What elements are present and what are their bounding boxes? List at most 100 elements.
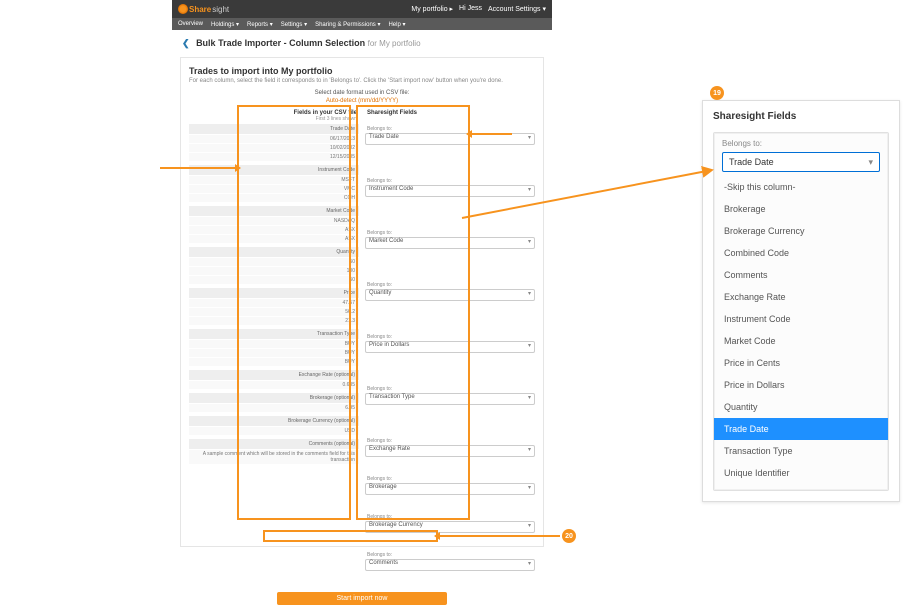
csv-group: Price47.5756.221.3 [189,288,359,325]
csv-field-line: ASX [189,225,359,234]
csv-group: Trade Date06/17/201310/02/200212/15/2005 [189,124,359,161]
csv-field-line: 47.57 [189,298,359,307]
csv-field-line: A sample comment which will be stored in… [189,449,359,464]
mapping-select[interactable]: Market Code [365,237,535,249]
sharesight-col-title: Sharesight Fields [367,110,417,116]
csv-field-line: BUY [189,339,359,348]
belongs-label: Belongs to: [365,280,535,289]
csv-column: Fields in your CSV file First 3 lines sh… [189,108,359,588]
dropdown-option[interactable]: Unique Identifier [714,462,888,484]
app-panel: Sharesight My portfolio ▸ Hi Jess Accoun… [172,0,552,559]
breadcrumb: ❮ Bulk Trade Importer - Column Selection… [172,30,552,57]
content-box: Trades to import into My portfolio For e… [180,57,544,547]
detail-card: Belongs to: Trade Date -Skip this column… [713,132,889,491]
detail-select[interactable]: Trade Date [722,152,880,172]
arrow-import-head [434,532,440,540]
csv-group: Brokerage (optional)6.95 [189,393,359,412]
csv-field-line: BUY [189,348,359,357]
mapping-select[interactable]: Instrument Code [365,185,535,197]
dropdown-option[interactable]: Price in Dollars [714,374,888,396]
mapping-select[interactable]: Brokerage [365,483,535,495]
dropdown-option[interactable]: Comments [714,264,888,286]
dropdown-option[interactable]: Market Code [714,330,888,352]
csv-field-line: BUY [189,357,359,366]
csv-field-line: 12/15/2005 [189,152,359,161]
mapping-select[interactable]: Price in Dollars [365,341,535,353]
nav-help[interactable]: Help ▾ [388,21,405,28]
mapping-group: Belongs to:Market Code [365,228,535,274]
mapping-select[interactable]: Transaction Type [365,393,535,405]
csv-field-line: NASDAQ [189,216,359,225]
columns-wrap: Fields in your CSV file First 3 lines sh… [189,108,535,588]
mapping-select[interactable]: Exchange Rate [365,445,535,457]
page-title: Bulk Trade Importer - Column Selection [196,38,365,48]
csv-field-label: Comments (optional) [189,439,359,449]
detail-panel: Sharesight Fields Belongs to: Trade Date… [702,100,900,502]
arrow-import [440,535,560,537]
csv-field-line: 50 [189,275,359,284]
dropdown-option[interactable]: Price in Cents [714,352,888,374]
csv-field-line: USD [189,426,359,435]
dropdown-option[interactable]: Brokerage [714,198,888,220]
mapping-group: Belongs to:Transaction Type [365,384,535,430]
belongs-label: Belongs to: [365,228,535,237]
mapping-group: Belongs to:Price in Dollars [365,332,535,378]
csv-group: Comments (optional)A sample comment whic… [189,439,359,464]
mapping-group: Belongs to:Trade Date [365,124,535,170]
belongs-label: Belongs to: [365,124,535,133]
nav-settings[interactable]: Settings ▾ [281,21,307,28]
csv-field-line: VMC [189,184,359,193]
csv-field-line: 0.635 [189,380,359,389]
dropdown-option[interactable]: Brokerage Currency [714,220,888,242]
csv-field-label: Quantity [189,247,359,257]
dropdown-option[interactable]: Instrument Code [714,308,888,330]
mapping-select[interactable]: Brokerage Currency [365,521,535,533]
logo-share: Share [189,5,211,14]
content-heading: Trades to import into My portfolio [189,66,535,76]
content-sub: For each column, select the field it cor… [189,78,535,84]
csv-field-line: 50 [189,257,359,266]
mapping-group: Belongs to:Comments [365,550,535,582]
page-subtitle: for My portfolio [368,39,421,48]
csv-field-line: 56.2 [189,307,359,316]
belongs-label: Belongs to: [365,332,535,341]
back-icon[interactable]: ❮ [182,38,190,48]
nav-reports[interactable]: Reports ▾ [247,21,273,28]
sharesight-column: Sharesight Fields Belongs to:Trade DateB… [365,108,535,588]
option-list: -Skip this column-BrokerageBrokerage Cur… [714,176,888,484]
csv-field-label: Transaction Type [189,329,359,339]
belongs-label: Belongs to: [365,176,535,185]
csv-field-label: Exchange Rate (optional) [189,370,359,380]
dropdown-option[interactable]: Combined Code [714,242,888,264]
belongs-label: Belongs to: [365,384,535,393]
dropdown-option[interactable]: Exchange Rate [714,286,888,308]
belongs-label: Belongs to: [365,550,535,559]
csv-field-label: Brokerage Currency (optional) [189,416,359,426]
csv-field-label: Brokerage (optional) [189,393,359,403]
logo-sight: sight [212,5,229,14]
logo: Sharesight [178,4,229,14]
my-portfolio-link[interactable]: My portfolio ▸ [411,5,453,13]
csv-field-line: 10/02/2002 [189,143,359,152]
csv-group: Instrument CodeMSFTVMCCOH [189,165,359,202]
csv-field-label: Price [189,288,359,298]
dropdown-option[interactable]: Quantity [714,396,888,418]
nav-sharing[interactable]: Sharing & Permissions ▾ [315,21,380,28]
csv-field-line: 06/17/2013 [189,134,359,143]
menubar: Overview Holdings ▾ Reports ▾ Settings ▾… [172,18,552,30]
date-format-value[interactable]: Auto-detect (mm/dd/YYYY) [189,98,535,104]
nav-overview[interactable]: Overview [178,21,203,27]
start-import-button[interactable]: Start import now [277,592,447,605]
topbar: Sharesight My portfolio ▸ Hi Jess Accoun… [172,0,552,18]
csv-group: Transaction TypeBUYBUYBUY [189,329,359,366]
dropdown-option[interactable]: Trade Date [714,418,888,440]
nav-holdings[interactable]: Holdings ▾ [211,21,239,28]
dropdown-option[interactable]: -Skip this column- [714,176,888,198]
account-settings-link[interactable]: Account Settings ▾ [488,5,546,13]
csv-group: Brokerage Currency (optional)USD [189,416,359,435]
belongs-label: Belongs to: [365,474,535,483]
dropdown-option[interactable]: Transaction Type [714,440,888,462]
mapping-select[interactable]: Quantity [365,289,535,301]
arrow-fields-head [466,130,472,138]
mapping-select[interactable]: Comments [365,559,535,571]
